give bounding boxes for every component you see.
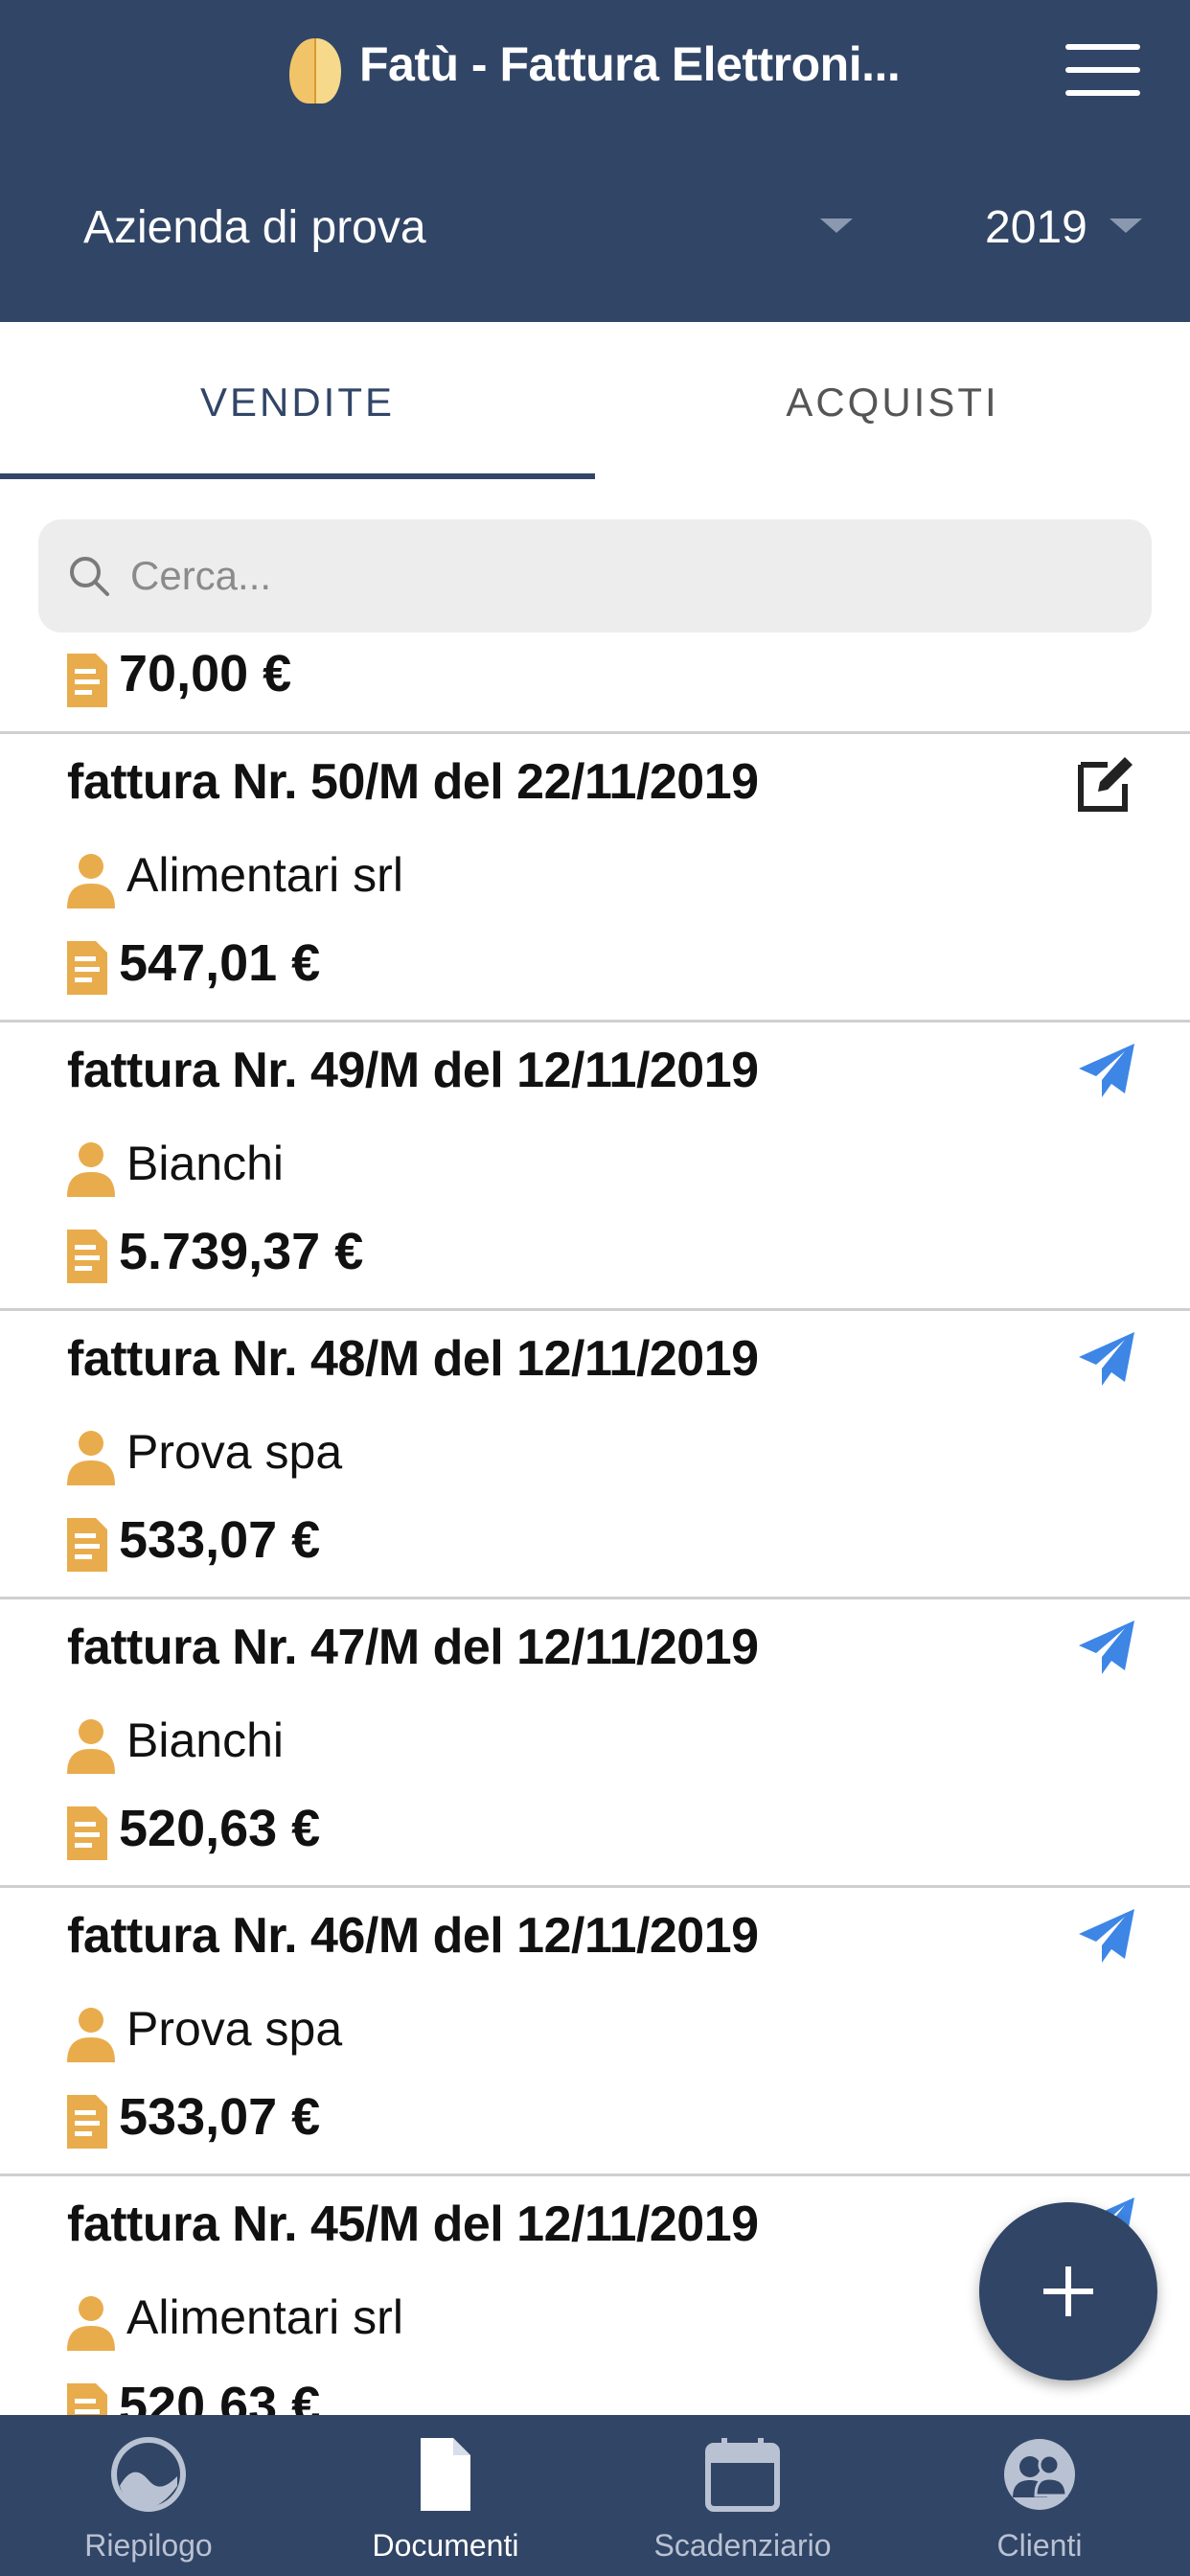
invoice-title: fattura Nr. 45/M del 12/11/2019 xyxy=(67,2196,759,2252)
tab-acquisti[interactable]: ACQUISTI xyxy=(595,322,1190,483)
document-tabs: VENDITE ACQUISTI xyxy=(0,322,1190,483)
invoice-amount: 547,01 € xyxy=(119,934,321,992)
invoice-amount-icon xyxy=(67,654,107,707)
invoice-customer: Prova spa xyxy=(126,1425,343,1479)
invoice-amount: 5.739,37 € xyxy=(119,1223,364,1280)
gauge-icon xyxy=(111,2437,186,2512)
invoice-amount-icon xyxy=(67,1806,107,1860)
clients-icon xyxy=(1004,2439,1075,2510)
send-icon[interactable] xyxy=(1075,1905,1138,1968)
invoice-amount: 520,63 € xyxy=(119,1800,321,1857)
invoice-title: fattura Nr. 50/M del 22/11/2019 xyxy=(67,754,759,810)
invoice-customer: Alimentari srl xyxy=(126,2290,403,2344)
document-icon xyxy=(421,2438,470,2511)
invoice-amount: 520,63 € xyxy=(119,2377,321,2415)
list-item[interactable]: fattura Nr. 47/M del 12/11/2019 Bianchi … xyxy=(0,1599,1190,1888)
nav-label: Documenti xyxy=(372,2528,519,2563)
hamburger-menu-icon[interactable] xyxy=(1065,44,1140,98)
invoice-customer: Alimentari srl xyxy=(126,848,403,902)
invoice-title: fattura Nr. 47/M del 12/11/2019 xyxy=(67,1620,759,1675)
list-item[interactable]: fattura Nr. 48/M del 12/11/2019 Prova sp… xyxy=(0,1311,1190,1599)
add-document-button[interactable] xyxy=(979,2202,1157,2380)
tab-vendite[interactable]: VENDITE xyxy=(0,322,595,483)
calendar-icon xyxy=(705,2438,780,2512)
nav-label: Clienti xyxy=(996,2528,1083,2563)
invoice-amount-icon xyxy=(67,941,107,995)
person-icon xyxy=(67,1142,115,1197)
year-select[interactable]: 2019 xyxy=(985,201,1087,254)
search-bar xyxy=(38,519,1152,632)
bottom-navigation: Riepilogo Documenti Scadenziario Clienti xyxy=(0,2415,1190,2576)
list-item[interactable]: 70,00 € xyxy=(0,652,1190,734)
invoice-amount: 70,00 € xyxy=(119,652,292,702)
butterfly-logo-icon xyxy=(289,38,341,104)
person-icon xyxy=(67,854,115,908)
send-icon[interactable] xyxy=(1075,1040,1138,1103)
invoice-customer: Bianchi xyxy=(126,1137,284,1190)
person-icon xyxy=(67,2296,115,2351)
search-input[interactable] xyxy=(130,519,1127,632)
invoice-title: fattura Nr. 49/M del 12/11/2019 xyxy=(67,1043,759,1098)
selector-row: Azienda di prova 2019 xyxy=(0,182,1190,288)
edit-icon[interactable] xyxy=(1075,751,1138,815)
invoice-amount-icon xyxy=(67,2095,107,2149)
nav-label: Riepilogo xyxy=(84,2528,213,2563)
app-header: Fatù - Fattura Elettroni... Azienda di p… xyxy=(0,0,1190,322)
search-icon xyxy=(70,557,109,596)
invoice-customer: Bianchi xyxy=(126,1714,284,1767)
active-tab-indicator xyxy=(0,473,595,479)
send-icon[interactable] xyxy=(1075,1328,1138,1392)
nav-item-clienti[interactable]: Clienti xyxy=(891,2415,1188,2576)
chevron-down-icon[interactable] xyxy=(1110,218,1142,233)
list-item[interactable]: fattura Nr. 49/M del 12/11/2019 Bianchi … xyxy=(0,1023,1190,1311)
person-icon xyxy=(67,1719,115,1774)
nav-item-documenti[interactable]: Documenti xyxy=(297,2415,594,2576)
invoice-title: fattura Nr. 46/M del 12/11/2019 xyxy=(67,1908,759,1964)
invoice-title: fattura Nr. 48/M del 12/11/2019 xyxy=(67,1331,759,1387)
person-icon xyxy=(67,2008,115,2062)
nav-label: Scadenziario xyxy=(653,2528,832,2563)
invoice-amount-icon xyxy=(67,1230,107,1283)
invoice-amount: 533,07 € xyxy=(119,1511,321,1569)
invoice-list[interactable]: 70,00 € fattura Nr. 50/M del 22/11/2019 … xyxy=(0,652,1190,2415)
send-icon[interactable] xyxy=(1075,1617,1138,1680)
invoice-amount-icon xyxy=(67,1518,107,1572)
app-title: Fatù - Fattura Elettroni... xyxy=(359,37,901,91)
plus-icon xyxy=(1043,2266,1093,2316)
list-item[interactable]: fattura Nr. 46/M del 12/11/2019 Prova sp… xyxy=(0,1888,1190,2176)
invoice-amount-icon xyxy=(67,2383,107,2415)
title-bar: Fatù - Fattura Elettroni... xyxy=(0,0,1190,134)
chevron-down-icon[interactable] xyxy=(820,218,853,233)
person-icon xyxy=(67,1431,115,1485)
list-item[interactable]: fattura Nr. 50/M del 22/11/2019 Alimenta… xyxy=(0,734,1190,1023)
invoice-amount: 533,07 € xyxy=(119,2088,321,2146)
nav-item-riepilogo[interactable]: Riepilogo xyxy=(0,2415,297,2576)
nav-item-scadenziario[interactable]: Scadenziario xyxy=(594,2415,891,2576)
company-select[interactable]: Azienda di prova xyxy=(83,201,426,254)
invoice-customer: Prova spa xyxy=(126,2002,343,2056)
